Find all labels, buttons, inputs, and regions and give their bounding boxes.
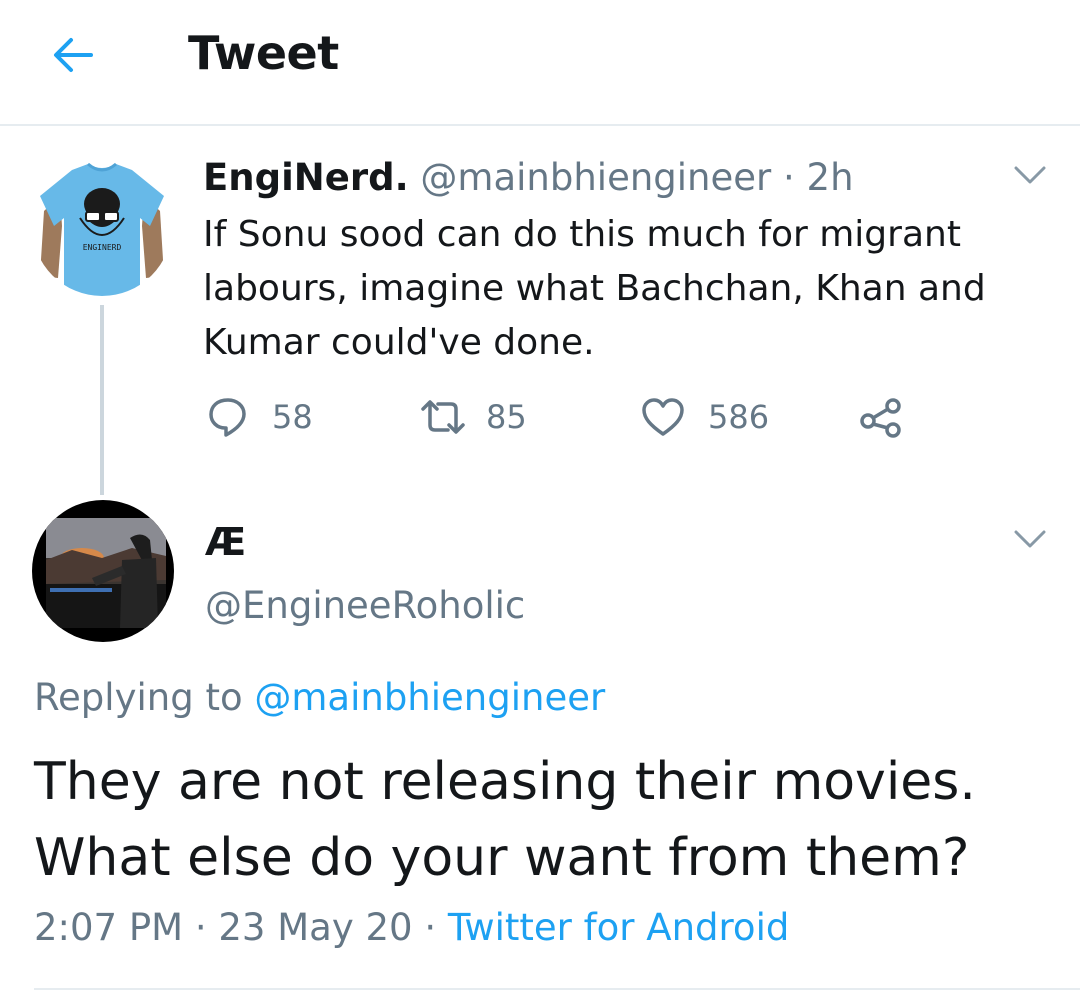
replying-to-line: Replying to @mainbhiengineer — [34, 676, 605, 719]
retweet-button[interactable]: 85 — [418, 392, 527, 442]
tweet-source-link[interactable]: Twitter for Android — [448, 906, 789, 949]
user-handle[interactable]: @mainbhiengineer — [420, 156, 771, 199]
chevron-down-icon — [1014, 530, 1046, 548]
top-app-bar: Tweet — [0, 0, 1080, 126]
meta-separator: · — [194, 906, 207, 949]
meta-separator: · — [424, 906, 437, 949]
tweet-menu-button[interactable] — [1010, 522, 1050, 558]
reply-count: 58 — [272, 398, 313, 436]
meta-separator: · — [783, 156, 795, 199]
tweet-menu-button[interactable] — [1010, 158, 1050, 194]
display-name[interactable]: Æ — [205, 520, 246, 564]
avatar-image: ENGINERD — [32, 156, 172, 296]
retweet-icon — [421, 400, 465, 434]
tweet-timestamp: 2:07 PM · 23 May 20 · Twitter for Androi… — [34, 906, 789, 949]
tweet-time: 2h — [806, 156, 854, 199]
avatar-shirt-text: ENGINERD — [83, 243, 122, 252]
avatar[interactable] — [32, 500, 174, 642]
tweet-time: 2:07 PM — [34, 906, 184, 949]
replying-to-label: Replying to — [34, 676, 243, 719]
avatar-image — [32, 500, 174, 642]
tweet-text: If Sonu sood can do this much for migran… — [203, 214, 986, 363]
back-button[interactable] — [48, 30, 98, 80]
like-button[interactable]: 586 — [640, 392, 769, 442]
avatar[interactable]: ENGINERD — [32, 156, 172, 296]
mention-link[interactable]: @mainbhiengineer — [254, 676, 605, 719]
chevron-down-icon — [1014, 166, 1046, 184]
share-button[interactable] — [858, 392, 904, 442]
user-handle[interactable]: @EngineeRoholic — [205, 584, 525, 627]
tweet-actions: 58 85 586 — [0, 392, 1080, 442]
arrow-left-icon — [54, 38, 93, 72]
tweet-header: EngiNerd. @mainbhiengineer · 2h — [203, 156, 854, 199]
divider — [34, 988, 1080, 990]
page-title: Tweet — [188, 26, 339, 80]
retweet-count: 85 — [486, 398, 527, 436]
heart-icon — [642, 398, 684, 436]
tweet-text: They are not releasing their movies. Wha… — [34, 752, 976, 888]
like-count: 586 — [708, 398, 770, 436]
reply-icon — [209, 398, 246, 437]
reply-button[interactable]: 58 — [206, 392, 313, 442]
share-icon — [860, 398, 901, 438]
tweet-date: 23 May 20 — [218, 906, 413, 949]
display-name[interactable]: EngiNerd. — [203, 156, 409, 199]
